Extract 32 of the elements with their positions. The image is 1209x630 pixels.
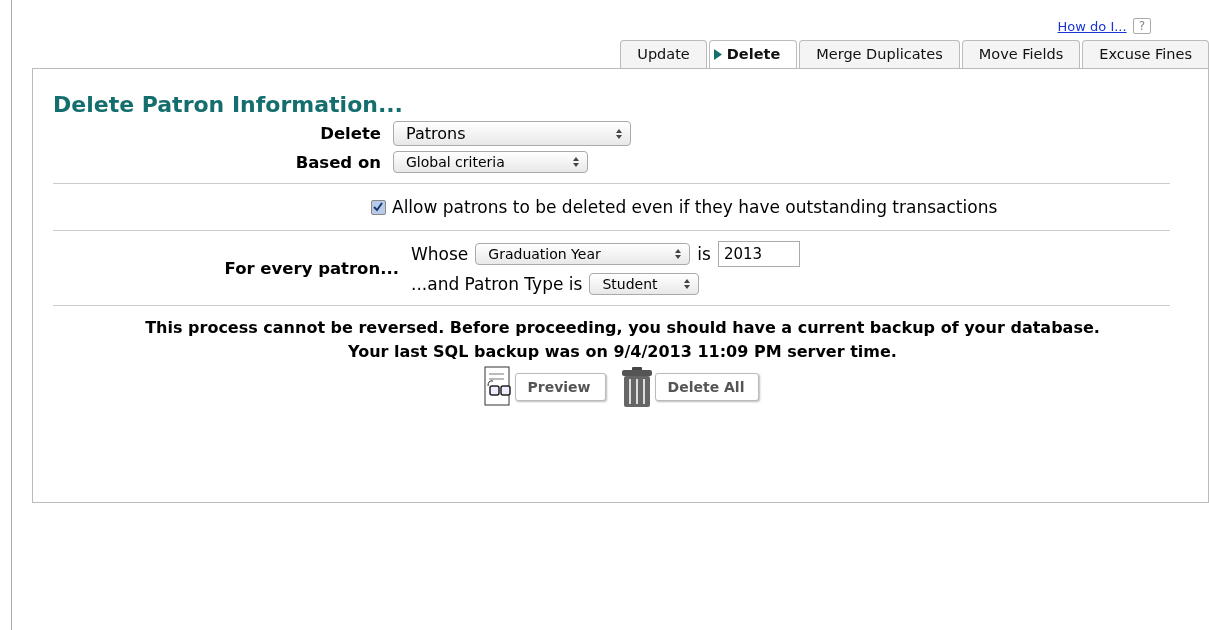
updown-icon [675, 249, 682, 259]
triangle-icon [713, 48, 722, 60]
preview-button[interactable]: Preview [514, 373, 606, 401]
delete-select[interactable]: Patrons [393, 121, 631, 146]
checkbox[interactable] [371, 199, 386, 215]
warning-text: This process cannot be reversed. Before proceeding, you should have a current backup of your database. [144, 317, 1101, 339]
is-label: is [697, 244, 711, 264]
warning-text: Your last SQL backup was on 9/4/2013 11:09 PM server time. [347, 341, 898, 363]
checkbox-label: Allow patrons to be deleted even if they have outstanding transactions [392, 197, 998, 217]
criteria-label: For every patron... [223, 258, 400, 278]
help-icon[interactable]: ? [1132, 18, 1151, 34]
tab[interactable]: Excuse Fines [1082, 40, 1209, 68]
help-link[interactable]: How do I... [1057, 18, 1127, 34]
updown-icon [573, 157, 579, 167]
field-label: Based on [294, 152, 382, 172]
updown-icon [684, 279, 691, 289]
whose-label: Whose [411, 244, 469, 264]
field-label: Delete [319, 124, 382, 143]
field-select[interactable]: Graduation Year [475, 243, 691, 265]
tab[interactable]: Move Fields [961, 40, 1081, 68]
based-on-select[interactable]: Global criteria [393, 151, 588, 173]
patron-type-select[interactable]: Student [589, 273, 700, 295]
page-heading: Delete Patron Information... [53, 92, 404, 117]
trash-can-icon [619, 366, 654, 408]
tab[interactable]: Merge Duplicates [799, 40, 960, 68]
delete-all-button[interactable]: Delete All [654, 373, 760, 401]
updown-icon [616, 128, 622, 139]
patron-type-label: ...and Patron Type is [411, 274, 583, 294]
tab[interactable]: Delete [708, 40, 798, 68]
year-field[interactable]: 2013 [717, 241, 800, 267]
tab[interactable]: Update [620, 40, 707, 68]
document-glasses-icon [483, 366, 514, 408]
